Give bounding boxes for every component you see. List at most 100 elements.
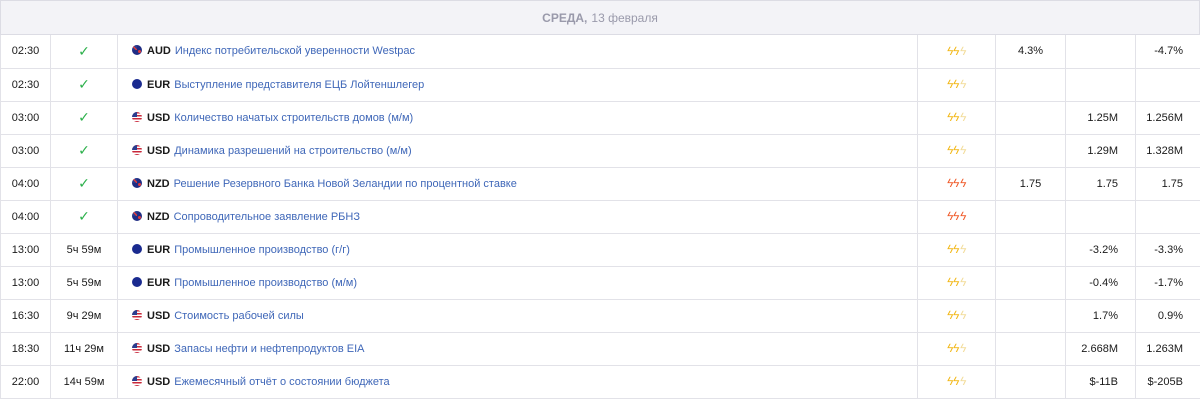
event-status: 5ч 59м bbox=[50, 233, 118, 267]
event-title-link[interactable]: Ежемесячный отчёт о состоянии бюджета bbox=[174, 376, 389, 388]
forecast-value: 1.25M bbox=[1065, 101, 1136, 135]
previous-value bbox=[1135, 200, 1200, 234]
actual-value bbox=[995, 233, 1066, 267]
us-flag-icon bbox=[132, 144, 142, 155]
event-status: ✓ bbox=[50, 68, 118, 102]
au-flag-icon bbox=[132, 45, 142, 56]
eu-flag-icon bbox=[132, 276, 142, 287]
us-flag-icon bbox=[132, 309, 142, 320]
forecast-value: 1.29M bbox=[1065, 134, 1136, 168]
time-remaining: 11ч 29м bbox=[63, 342, 104, 355]
forecast-value: $-11B bbox=[1065, 365, 1136, 399]
event-time: 22:00 bbox=[0, 365, 51, 399]
actual-value bbox=[995, 365, 1066, 399]
event-status: 9ч 29м bbox=[50, 299, 118, 333]
day-header: СРЕДА, 13 февраля bbox=[0, 0, 1200, 35]
event-title-link[interactable]: Количество начатых строительств домов (м… bbox=[174, 112, 413, 124]
event-status: ✓ bbox=[50, 101, 118, 135]
event-time: 03:00 bbox=[0, 134, 51, 168]
event-time: 13:00 bbox=[0, 233, 51, 267]
forecast-value bbox=[1065, 35, 1136, 69]
forecast-value: -0.4% bbox=[1065, 266, 1136, 300]
previous-value: -4.7% bbox=[1135, 35, 1200, 69]
event-status: ✓ bbox=[50, 35, 118, 69]
check-icon: ✓ bbox=[78, 109, 90, 125]
currency-code: USD bbox=[147, 309, 171, 322]
event-cell: USD Стоимость рабочей силы bbox=[117, 299, 918, 333]
event-title-link[interactable]: Решение Резервного Банка Новой Зеландии … bbox=[174, 178, 517, 190]
event-row[interactable]: 03:00 ✓ USD Динамика разрешений на строит… bbox=[0, 134, 1200, 168]
actual-value bbox=[995, 101, 1066, 135]
event-row[interactable]: 18:30 11ч 29м USD Запасы нефти и нефтепро… bbox=[0, 332, 1200, 366]
currency-code: USD bbox=[147, 342, 171, 355]
eu-flag-icon bbox=[132, 243, 142, 254]
forecast-value: 1.75 bbox=[1065, 167, 1136, 201]
currency-code: USD bbox=[147, 144, 171, 157]
check-icon: ✓ bbox=[78, 208, 90, 224]
event-time: 03:00 bbox=[0, 101, 51, 135]
event-title-link[interactable]: Стоимость рабочей силы bbox=[174, 310, 304, 322]
impact-indicator: ϟϟϟ bbox=[917, 233, 996, 267]
time-remaining: 5ч 59м bbox=[66, 276, 102, 289]
event-cell: AUD Индекс потребительской уверенности We… bbox=[117, 35, 918, 69]
event-time: 02:30 bbox=[0, 35, 51, 69]
event-cell: USD Ежемесячный отчёт о состоянии бюджета bbox=[117, 365, 918, 399]
event-title-link[interactable]: Индекс потребительской уверенности Westp… bbox=[175, 45, 415, 57]
previous-value: 1.328M bbox=[1135, 134, 1200, 168]
us-flag-icon bbox=[132, 342, 142, 353]
event-cell: NZD Решение Резервного Банка Новой Зеланд… bbox=[117, 167, 918, 201]
previous-value: 1.256M bbox=[1135, 101, 1200, 135]
event-row[interactable]: 22:00 14ч 59м USD Ежемесячный отчёт о сос… bbox=[0, 365, 1200, 399]
check-icon: ✓ bbox=[78, 175, 90, 191]
impact-bolt-icon: ϟ bbox=[958, 242, 968, 256]
time-remaining: 9ч 29м bbox=[66, 309, 102, 322]
impact-bolt-icon: ϟ bbox=[958, 341, 968, 355]
event-row[interactable]: 16:30 9ч 29м USD Стоимость рабочей силы ϟ… bbox=[0, 299, 1200, 333]
event-title-link[interactable]: Динамика разрешений на строительство (м/… bbox=[174, 145, 411, 157]
event-row[interactable]: 13:00 5ч 59м EUR Промышленное производств… bbox=[0, 233, 1200, 267]
impact-indicator: ϟϟϟ bbox=[917, 266, 996, 300]
us-flag-icon bbox=[132, 375, 142, 386]
event-title-link[interactable]: Сопроводительное заявление РБНЗ bbox=[174, 211, 360, 223]
event-cell: EUR Выступление представителя ЕЦБ Лойтенш… bbox=[117, 68, 918, 102]
event-row[interactable]: 04:00 ✓ NZD Сопроводительное заявление РБ… bbox=[0, 200, 1200, 234]
currency-code: AUD bbox=[147, 45, 171, 58]
event-time: 04:00 bbox=[0, 200, 51, 234]
us-flag-icon bbox=[132, 111, 142, 122]
forecast-value: 1.7% bbox=[1065, 299, 1136, 333]
event-time: 16:30 bbox=[0, 299, 51, 333]
event-row[interactable]: 13:00 5ч 59м EUR Промышленное производств… bbox=[0, 266, 1200, 300]
impact-indicator: ϟϟϟ bbox=[917, 299, 996, 333]
event-status: 11ч 29м bbox=[50, 332, 118, 366]
check-icon: ✓ bbox=[78, 42, 90, 59]
day-weekday: СРЕДА, bbox=[542, 10, 588, 25]
time-remaining: 14ч 59м bbox=[63, 375, 105, 388]
forecast-value bbox=[1065, 68, 1136, 102]
previous-value: $-205B bbox=[1135, 365, 1200, 399]
actual-value bbox=[995, 200, 1066, 234]
actual-value bbox=[995, 332, 1066, 366]
previous-value: -3.3% bbox=[1135, 233, 1200, 267]
impact-bolt-icon: ϟ bbox=[958, 110, 968, 124]
event-cell: USD Количество начатых строительств домов… bbox=[117, 101, 918, 135]
event-title-link[interactable]: Выступление представителя ЕЦБ Лойтеншлег… bbox=[174, 79, 424, 91]
event-row[interactable]: 02:30 ✓ AUD Индекс потребительской уверен… bbox=[0, 35, 1200, 69]
event-title-link[interactable]: Запасы нефти и нефтепродуктов EIA bbox=[174, 343, 364, 355]
time-remaining: 5ч 59м bbox=[66, 243, 102, 256]
event-cell: EUR Промышленное производство (м/м) bbox=[117, 266, 918, 300]
event-cell: USD Запасы нефти и нефтепродуктов EIA bbox=[117, 332, 918, 366]
actual-value bbox=[995, 299, 1066, 333]
event-row[interactable]: 02:30 ✓ EUR Выступление представителя ЕЦБ… bbox=[0, 68, 1200, 102]
impact-indicator: ϟϟϟ bbox=[917, 35, 996, 69]
event-title-link[interactable]: Промышленное производство (г/г) bbox=[174, 244, 350, 256]
event-status: 14ч 59м bbox=[50, 365, 118, 399]
impact-indicator: ϟϟϟ bbox=[917, 365, 996, 399]
event-time: 18:30 bbox=[0, 332, 51, 366]
event-row[interactable]: 04:00 ✓ NZD Решение Резервного Банка Ново… bbox=[0, 167, 1200, 201]
event-rows: 02:30 ✓ AUD Индекс потребительской уверен… bbox=[0, 35, 1200, 399]
previous-value: 1.263M bbox=[1135, 332, 1200, 366]
impact-bolt-icon: ϟ bbox=[958, 209, 968, 223]
event-row[interactable]: 03:00 ✓ USD Количество начатых строительс… bbox=[0, 101, 1200, 135]
event-title-link[interactable]: Промышленное производство (м/м) bbox=[174, 277, 357, 289]
currency-code: NZD bbox=[147, 177, 170, 190]
